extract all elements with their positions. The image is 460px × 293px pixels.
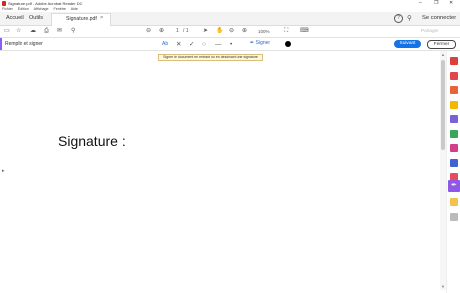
page-current-input[interactable]: 1 [176, 27, 179, 36]
fill-sign-accent [0, 38, 2, 50]
tab-document-label: Signature.pdf [66, 16, 97, 22]
fit-page-icon[interactable]: ⛶ [284, 27, 288, 36]
document-signature-label: Signature : [58, 133, 126, 149]
scrollbar-thumb[interactable] [441, 60, 445, 150]
dot-tool[interactable]: • [230, 40, 232, 49]
title-bar: Signature.pdf - Adobe Acrobat Reader DC … [0, 0, 460, 7]
close-fill-sign-button[interactable]: Fermer [427, 40, 456, 49]
sign-in-link[interactable]: Se connecter [422, 15, 456, 21]
next-button[interactable]: Suivant [394, 40, 421, 48]
tab-home[interactable]: Accueil [6, 15, 24, 21]
line-tool[interactable]: — [215, 40, 222, 49]
page-up-icon[interactable]: ⊖ [146, 27, 151, 36]
help-icon[interactable]: ? [394, 14, 403, 23]
window-title: Signature.pdf - Adobe Acrobat Reader DC [8, 1, 83, 6]
comment-icon[interactable] [450, 101, 458, 109]
page-total: / 1 [183, 28, 189, 34]
zoom-level-dropdown[interactable]: 100% [258, 27, 270, 36]
close-window-button[interactable]: ✕ [449, 0, 453, 7]
export-pdf-icon[interactable] [450, 57, 458, 65]
protect-icon[interactable] [450, 159, 458, 167]
search-icon[interactable]: ⚲ [71, 27, 75, 36]
check-tool[interactable]: ✓ [189, 40, 194, 49]
main-toolbar: ▭ ☆ ☁ ⎙ ✉ ⚲ ⊖ ⊕ 1 / 1 ➤ ✋ ⊖ ⊕ 100% ⛶ ⌨ P… [0, 26, 460, 38]
restore-button[interactable]: ❐ [434, 0, 438, 7]
keyboard-icon[interactable]: ⌨ [300, 27, 309, 36]
tools-settings-icon[interactable] [450, 213, 458, 221]
menu-view[interactable]: Affichage [34, 7, 49, 11]
sign-button-label: Signer [255, 40, 271, 46]
sign-tooltip: Signer le document en entrant ou en dess… [158, 54, 263, 61]
edit-pdf-icon[interactable] [450, 86, 458, 94]
tab-bar: Accueil Outils Signature.pdf × ? ⚲ Se co… [0, 12, 460, 26]
menu-window[interactable]: Fenêtre [54, 7, 66, 11]
sign-button[interactable]: ✒ Signer [250, 40, 270, 46]
request-signature-icon[interactable] [450, 144, 458, 152]
page-down-icon[interactable]: ⊕ [159, 27, 164, 36]
tab-document[interactable]: Signature.pdf × [51, 13, 111, 26]
tab-tools[interactable]: Outils [29, 15, 43, 21]
bookmark-star-icon[interactable]: ☆ [16, 27, 21, 36]
print-icon[interactable]: ⎙ [44, 27, 49, 36]
close-tab-icon[interactable]: × [100, 15, 103, 21]
create-pdf-icon[interactable] [450, 72, 458, 80]
acrobat-app-icon [2, 1, 6, 6]
cloud-upload-icon[interactable]: ☁ [30, 27, 36, 36]
hand-tool-icon[interactable]: ✋ [216, 27, 223, 36]
fill-sign-title: Remplir et signer [5, 41, 43, 47]
fill-sign-tool-icon[interactable]: ✒ [448, 180, 460, 192]
circle-tool[interactable]: ○ [202, 40, 206, 49]
expand-left-panel-icon[interactable]: ▸ [2, 168, 5, 174]
share-button[interactable]: Partager [421, 28, 439, 33]
organize-pages-icon[interactable] [450, 130, 458, 138]
menu-help[interactable]: Aide [71, 7, 78, 11]
zoom-out-icon[interactable]: ⊖ [229, 27, 234, 36]
menu-edit[interactable]: Édition [18, 7, 29, 11]
fill-sign-bar: Remplir et signer Ab ✕ ✓ ○ — • ✒ Signer … [0, 38, 460, 51]
save-icon[interactable]: ▭ [4, 27, 10, 36]
combine-files-icon[interactable] [450, 115, 458, 123]
menu-file[interactable]: Fichier [2, 7, 13, 11]
send-for-review-icon[interactable] [450, 198, 458, 206]
color-swatch[interactable] [285, 41, 291, 47]
select-cursor-icon[interactable]: ➤ [203, 27, 208, 36]
cross-tool[interactable]: ✕ [176, 40, 181, 49]
bell-icon[interactable]: ⚲ [407, 14, 412, 22]
add-text-tool[interactable]: Ab [162, 40, 168, 49]
minimize-button[interactable]: – [419, 0, 422, 7]
zoom-in-icon[interactable]: ⊕ [242, 27, 247, 36]
right-tools-panel: ✒ [446, 51, 460, 293]
email-icon[interactable]: ✉ [57, 27, 62, 36]
